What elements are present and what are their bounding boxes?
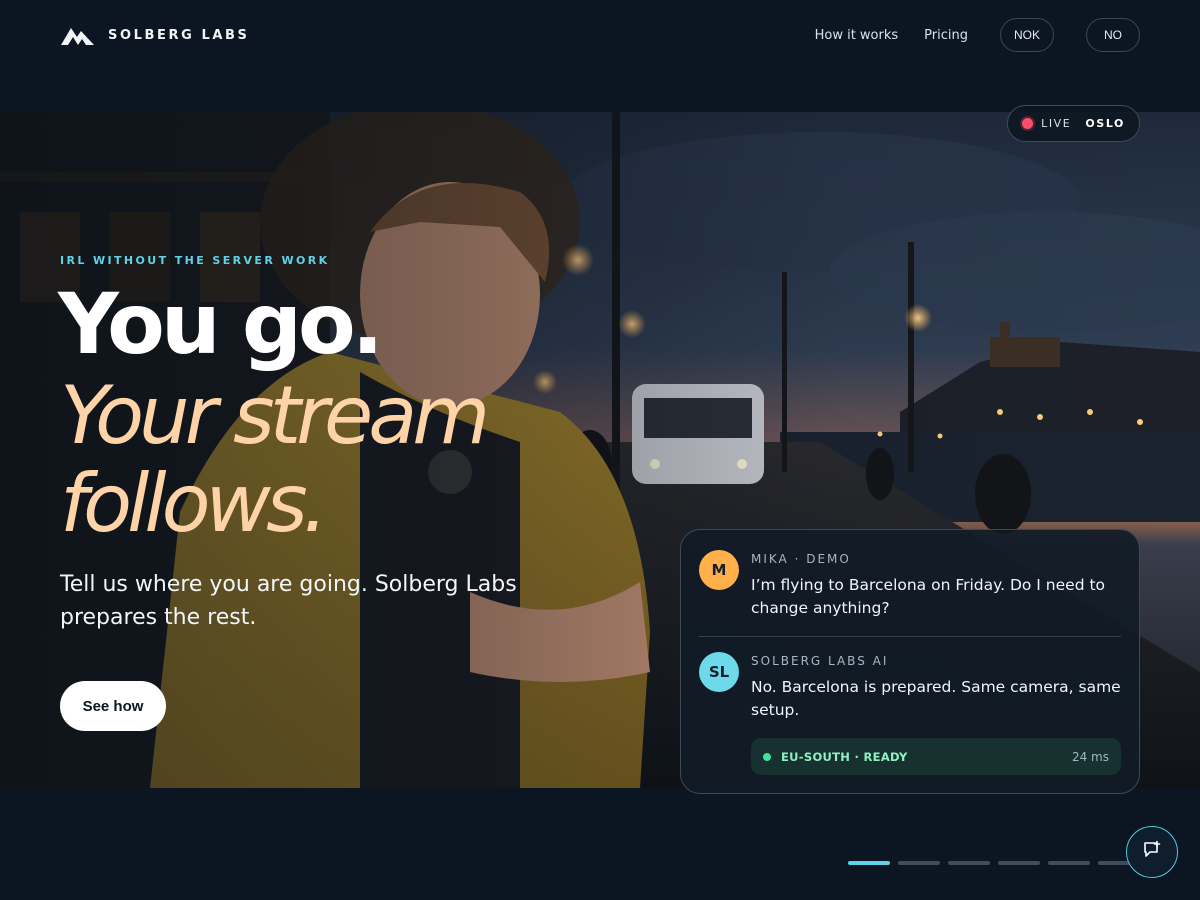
- chat-bubble-icon: [1142, 840, 1162, 864]
- live-label: LIVE: [1041, 117, 1072, 130]
- chat-demo-card: M MIKA · DEMO I’m flying to Barcelona on…: [680, 529, 1140, 794]
- mountain-logo-icon: [60, 24, 96, 46]
- carousel-indicator-5[interactable]: [1048, 861, 1090, 865]
- message-text: I’m flying to Barcelona on Friday. Do I …: [751, 576, 1106, 617]
- nav-link-pricing[interactable]: Pricing: [924, 28, 968, 43]
- language-selector[interactable]: NO: [1086, 18, 1140, 52]
- site-header: SOLBERG LABS How it works Pricing NOK NO: [0, 0, 1200, 72]
- message-text: No. Barcelona is prepared. Same camera, …: [751, 678, 1121, 719]
- ready-dot-icon: [763, 752, 771, 761]
- currency-selector[interactable]: NOK: [1000, 18, 1054, 52]
- live-dot-icon: [1022, 118, 1034, 129]
- brand[interactable]: SOLBERG LABS: [60, 24, 250, 46]
- avatar: M: [699, 550, 739, 590]
- chat-fab-button[interactable]: [1126, 826, 1178, 878]
- carousel-indicator-2[interactable]: [898, 861, 940, 865]
- live-city: OSLO: [1085, 117, 1125, 130]
- region-status-bar: EU-SOUTH · READY 24 ms: [751, 738, 1121, 775]
- top-nav: How it works Pricing NOK NO: [815, 18, 1140, 52]
- hero-headline-accent: Your stream follows.: [60, 369, 490, 550]
- carousel-indicator-4[interactable]: [998, 861, 1040, 865]
- avatar: SL: [699, 652, 739, 692]
- hero-headline-primary: You go.: [58, 275, 384, 373]
- message-author: MIKA · DEMO: [751, 552, 851, 566]
- hero-eyebrow: IRL WITHOUT THE SERVER WORK: [60, 254, 330, 267]
- carousel-indicators: [848, 861, 1140, 865]
- carousel-indicator-3[interactable]: [948, 861, 990, 865]
- region-status: EU-SOUTH · READY: [781, 749, 908, 764]
- chat-divider: [699, 636, 1121, 637]
- hero-subtitle: Tell us where you are going. Solberg Lab…: [60, 572, 517, 630]
- latency-value: 24 ms: [1071, 749, 1109, 764]
- see-how-button[interactable]: See how: [60, 681, 166, 731]
- brand-name: SOLBERG LABS: [108, 27, 250, 43]
- nav-link-how-it-works[interactable]: How it works: [815, 28, 899, 43]
- live-badge: LIVE OSLO: [1007, 105, 1140, 142]
- carousel-indicator-1[interactable]: [848, 861, 890, 865]
- message-author: SOLBERG LABS AI: [751, 654, 889, 668]
